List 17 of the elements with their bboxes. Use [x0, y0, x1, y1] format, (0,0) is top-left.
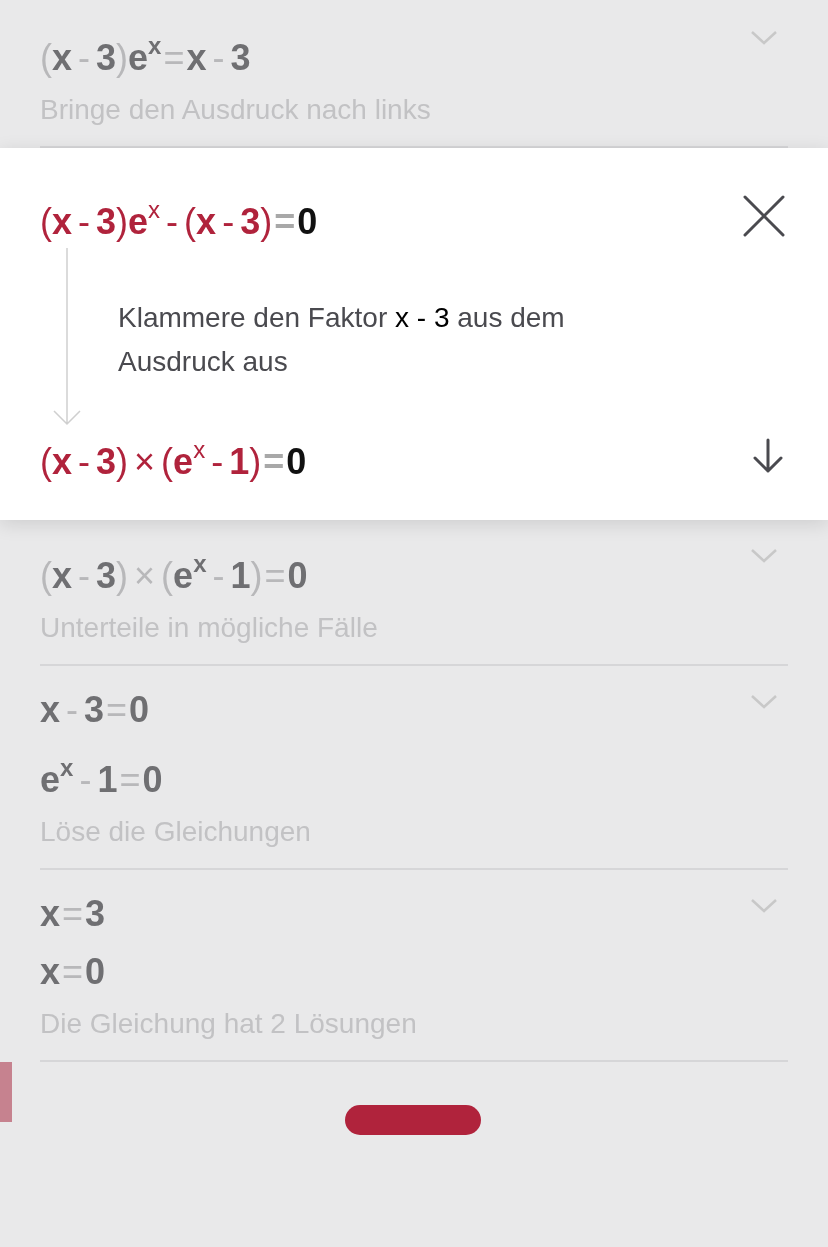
- equation: (x - 3)e$^{x}$=x - 3: [40, 31, 251, 80]
- equation: x=3: [40, 892, 106, 936]
- step-description: Klammere den Faktor x - 3 aus dem Ausdruck aus: [118, 301, 566, 379]
- equation: (x - 3)e$^{x}$ - (x - 3)=0: [40, 195, 318, 244]
- equation: x - 3=0: [40, 688, 151, 732]
- chevron-icon[interactable]: [750, 694, 778, 710]
- equation: (x - 3) × (e$^{x}$ - 1)=0: [40, 435, 307, 484]
- equation: e$^{x}$ - 1=0: [40, 753, 163, 802]
- close-icon[interactable]: [742, 194, 786, 238]
- equation: (x - 3) × (e$^{x}$ - 1)=0: [40, 549, 308, 598]
- chevron-icon[interactable]: [750, 548, 778, 564]
- solution-button[interactable]: [345, 1105, 481, 1135]
- chevron-icon[interactable]: [750, 898, 778, 914]
- arrow-icon: [52, 248, 82, 428]
- chevron-icon[interactable]: [750, 30, 778, 46]
- equation: x=0: [40, 950, 106, 994]
- accent-bar: [0, 1062, 12, 1122]
